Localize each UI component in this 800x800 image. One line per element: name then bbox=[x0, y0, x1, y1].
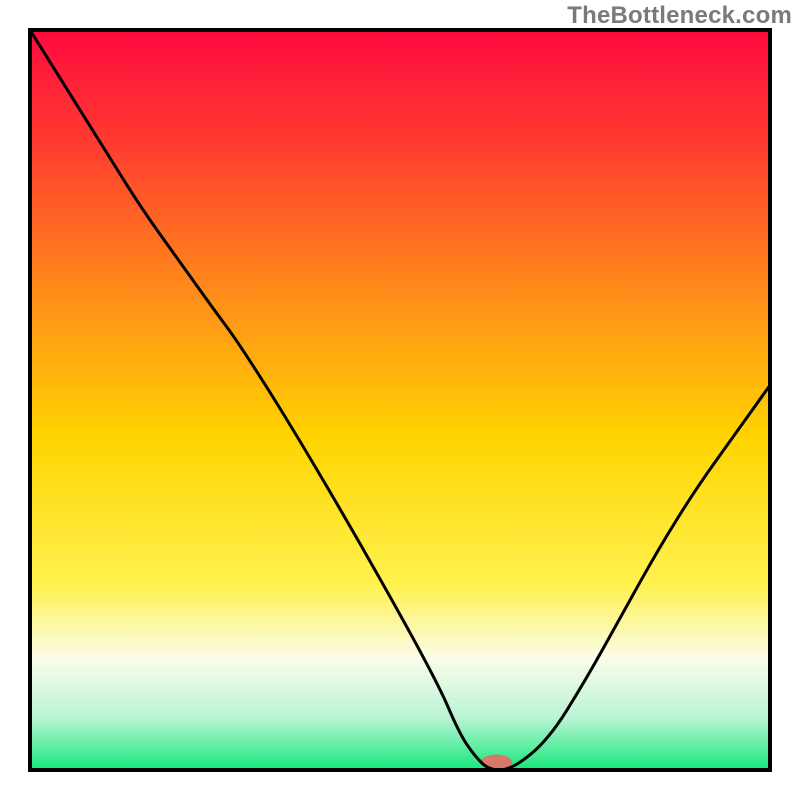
chart-container: TheBottleneck.com bbox=[0, 0, 800, 800]
watermark-text: TheBottleneck.com bbox=[567, 2, 792, 30]
bottleneck-chart bbox=[0, 0, 800, 800]
gradient-background bbox=[30, 30, 770, 770]
